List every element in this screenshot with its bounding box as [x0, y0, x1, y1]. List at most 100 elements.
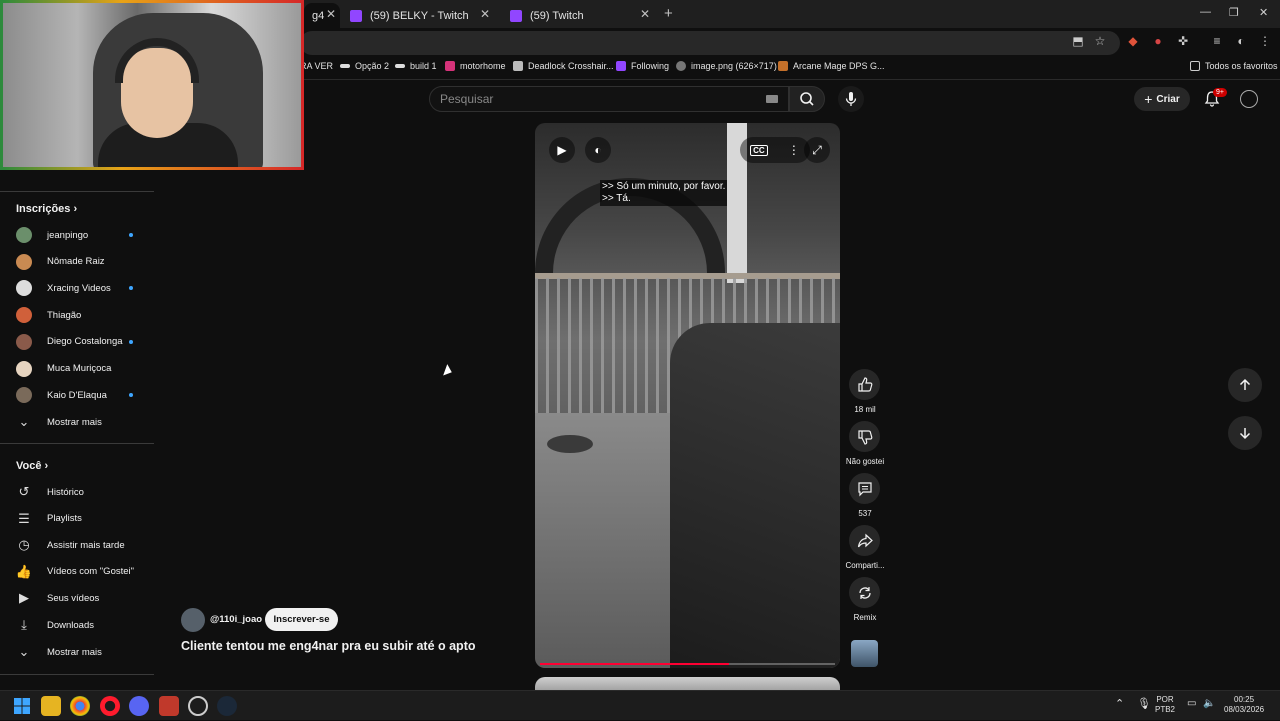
- clock[interactable]: 00:25 08/03/2026: [1224, 695, 1264, 715]
- start-button[interactable]: [12, 696, 32, 716]
- app-icon[interactable]: [159, 696, 179, 716]
- next-short-button[interactable]: [1228, 416, 1262, 450]
- sidebar-subscription-item[interactable]: Xracing Videos: [16, 278, 146, 298]
- app-icon[interactable]: [188, 696, 208, 716]
- show-more-you[interactable]: ⌄ Mostrar mais: [16, 642, 146, 662]
- previous-short-button[interactable]: [1228, 368, 1262, 402]
- sidebar-subscription-item[interactable]: Diego Costalonga: [16, 332, 146, 352]
- share-button[interactable]: [849, 525, 880, 556]
- voice-search-button[interactable]: [838, 86, 864, 112]
- caption-line: >> Só um minuto, por favor.: [602, 181, 726, 192]
- cc-button[interactable]: CC: [750, 144, 768, 156]
- all-bookmarks-folder[interactable]: Todos os favoritos: [1190, 61, 1278, 71]
- fullscreen-button[interactable]: ⤢: [804, 137, 830, 163]
- chevron-right-icon: ›: [73, 203, 78, 215]
- address-field[interactable]: [300, 31, 1120, 55]
- bookmark-item[interactable]: Opção 2: [340, 61, 389, 71]
- subscriptions-heading[interactable]: Inscrições ›: [16, 203, 77, 215]
- sidebar-subscription-item[interactable]: Kaio D'Elaqua: [16, 385, 146, 405]
- sidebar-you-item[interactable]: ☰ Playlists: [16, 509, 146, 529]
- microphone-tray-icon[interactable]: 🎙: [1137, 699, 1151, 710]
- caption-line: >> Tá.: [602, 193, 631, 204]
- video-frame-foreground: [670, 323, 840, 668]
- comments-button[interactable]: [849, 473, 880, 504]
- sidebar-you-item[interactable]: ▶ Seus vídeos: [16, 588, 146, 608]
- discord-icon[interactable]: [129, 696, 149, 716]
- sidebar-subscription-item[interactable]: Muca Muriçoca: [16, 359, 146, 379]
- bookmark-item[interactable]: build 1: [395, 61, 437, 71]
- search-button[interactable]: [789, 86, 825, 112]
- chevron-right-icon: ›: [44, 460, 49, 472]
- bookmark-item[interactable]: RA VER: [300, 61, 333, 71]
- playlist-icon: ☰: [18, 510, 30, 526]
- media-control-icon[interactable]: ≡: [1210, 34, 1224, 48]
- network-icon[interactable]: ▭: [1187, 699, 1196, 709]
- browser-tab-twitch[interactable]: (59) Twitch ✕: [502, 3, 658, 28]
- video-title[interactable]: Cliente tentou me eng4nar pra eu subir a…: [181, 639, 476, 653]
- close-tab-icon[interactable]: ✕: [326, 7, 336, 21]
- sidebar-you-item[interactable]: ↺ Histórico: [16, 482, 146, 502]
- bookmark-item[interactable]: Arcane Mage DPS G...: [778, 61, 885, 71]
- sound-thumbnail[interactable]: [851, 640, 878, 667]
- profile-icon[interactable]: ◐: [1234, 34, 1248, 48]
- close-window-button[interactable]: ✕: [1259, 6, 1268, 19]
- sidebar-subscription-item[interactable]: jeanpingo: [16, 225, 146, 245]
- like-button[interactable]: [849, 369, 880, 400]
- show-more-subscriptions[interactable]: ⌄ Mostrar mais: [16, 412, 146, 432]
- sidebar-item-label: Assistir mais tarde: [47, 539, 125, 551]
- steam-icon[interactable]: [217, 696, 237, 716]
- file-explorer-icon[interactable]: [41, 696, 61, 716]
- bookmark-item[interactable]: Following: [616, 61, 669, 71]
- bookmark-item[interactable]: motorhome: [445, 61, 506, 71]
- play-button[interactable]: ▶: [549, 137, 575, 163]
- you-heading[interactable]: Você ›: [16, 460, 48, 472]
- sidebar-you-item[interactable]: ◷ Assistir mais tarde: [16, 535, 146, 555]
- remix-button[interactable]: [849, 577, 880, 608]
- history-icon: ↺: [18, 484, 30, 499]
- language-indicator[interactable]: POR PTB2: [1155, 695, 1175, 715]
- speaker-icon[interactable]: 🔈: [1203, 699, 1215, 709]
- tray-overflow-icon[interactable]: ⌃: [1115, 699, 1124, 710]
- keyboard-icon[interactable]: [766, 95, 778, 103]
- subscribe-button[interactable]: Inscrever-se: [265, 608, 338, 631]
- bookmark-item[interactable]: Deadlock Crosshair...: [513, 61, 614, 71]
- close-tab-icon[interactable]: ✕: [640, 7, 650, 21]
- channel-avatar[interactable]: [181, 608, 205, 632]
- opera-icon[interactable]: [100, 696, 120, 716]
- browser-tab-belky[interactable]: (59) BELKY - Twitch ✕: [342, 3, 498, 28]
- new-tab-button[interactable]: +: [664, 5, 673, 22]
- channel-name[interactable]: @110i_joao: [210, 614, 262, 625]
- comment-icon: [857, 481, 872, 496]
- chrome-icon[interactable]: [70, 696, 90, 716]
- sidebar-you-item[interactable]: 👍 Vídeos com "Gostei": [16, 562, 146, 582]
- bookmark-star-icon[interactable]: ☆: [1093, 34, 1107, 48]
- minimize-button[interactable]: —: [1200, 6, 1211, 18]
- close-tab-icon[interactable]: ✕: [480, 7, 490, 21]
- browser-menu-icon[interactable]: ⋮: [1258, 34, 1272, 48]
- bookmark-icon: [395, 64, 405, 68]
- dislike-button[interactable]: [849, 421, 880, 452]
- extension-icon[interactable]: ◆: [1126, 34, 1140, 48]
- video-icon: ▶: [19, 590, 29, 606]
- install-app-icon[interactable]: ⬒: [1071, 34, 1085, 48]
- sidebar-you-item[interactable]: ⤓ Downloads: [16, 615, 146, 635]
- extensions-puzzle-icon[interactable]: ✜: [1176, 34, 1190, 48]
- create-button[interactable]: + Criar: [1134, 87, 1190, 111]
- extension-icon[interactable]: ●: [1151, 34, 1165, 48]
- search-icon: [800, 92, 814, 106]
- account-avatar[interactable]: [1240, 90, 1258, 108]
- player-controls-group: CC ⋮: [740, 137, 810, 163]
- maximize-button[interactable]: ❐: [1229, 6, 1239, 19]
- search-box[interactable]: [429, 86, 789, 112]
- sidebar-subscription-item[interactable]: Nômade Raiz: [16, 252, 146, 272]
- volume-button[interactable]: ◐: [585, 137, 611, 163]
- sidebar-item-label: Xracing Videos: [47, 282, 111, 294]
- more-options-icon[interactable]: ⋮: [788, 143, 800, 157]
- comment-count: 537: [858, 509, 872, 518]
- browser-tab-active[interactable]: g4 ✕: [304, 3, 340, 28]
- search-input[interactable]: [440, 87, 760, 111]
- progress-bar-fill: [540, 663, 729, 665]
- dislike-label: Não gostei: [845, 457, 885, 466]
- sidebar-subscription-item[interactable]: Thiagão: [16, 305, 146, 325]
- bookmark-item[interactable]: image.png (626×717): [676, 61, 777, 71]
